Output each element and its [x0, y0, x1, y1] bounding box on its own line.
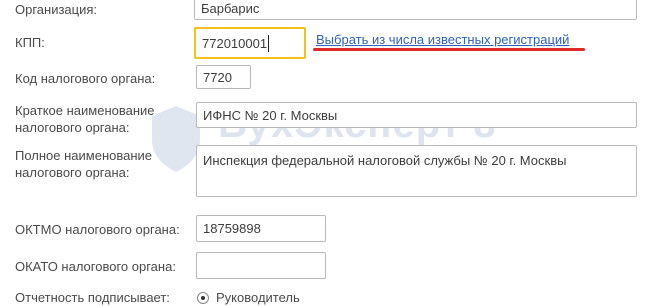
- full-name-value: Инспекция федеральной налоговой службы №…: [203, 153, 567, 168]
- oktmo-value: 18759898: [203, 221, 261, 236]
- short-name-label-line1: Краткое наименование: [15, 103, 155, 118]
- kpp-input[interactable]: 772010001: [194, 27, 306, 59]
- oktmo-input[interactable]: 18759898: [196, 215, 326, 242]
- full-name-textarea[interactable]: Инспекция федеральной налоговой службы №…: [196, 145, 637, 197]
- kpp-value: 772010001: [202, 35, 268, 51]
- kpp-label: КПП:: [15, 35, 45, 50]
- radio-selected-dot: [201, 296, 205, 300]
- organization-value: Барбарис: [201, 0, 260, 16]
- oktmo-label: ОКТМО налогового органа:: [15, 222, 180, 237]
- tax-code-input[interactable]: 7720: [196, 65, 251, 89]
- tax-code-value: 7720: [203, 69, 232, 85]
- tax-code-label: Код налогового органа:: [15, 71, 156, 86]
- signer-label: Отчетность подписывает:: [15, 290, 170, 305]
- full-name-label-line2: налогового органа:: [15, 165, 130, 180]
- organization-field[interactable]: Барбарис: [194, 0, 637, 20]
- okato-label: ОКАТО налогового органа:: [15, 259, 176, 274]
- select-registration-link[interactable]: Выбрать из числа известных регистраций: [316, 32, 569, 47]
- signer-option-label: Руководитель: [216, 290, 300, 305]
- full-name-label-line1: Полное наименование: [15, 148, 153, 163]
- annotation-red-underline: [313, 48, 585, 51]
- short-name-input[interactable]: ИФНС № 20 г. Москвы: [196, 102, 637, 128]
- organization-label: Организация:: [15, 2, 98, 17]
- okato-input[interactable]: [196, 252, 326, 279]
- signer-radio-manager[interactable]: [197, 292, 209, 304]
- short-name-label-line2: налогового органа:: [15, 120, 130, 135]
- short-name-value: ИФНС № 20 г. Москвы: [203, 107, 338, 123]
- text-caret: [268, 34, 270, 52]
